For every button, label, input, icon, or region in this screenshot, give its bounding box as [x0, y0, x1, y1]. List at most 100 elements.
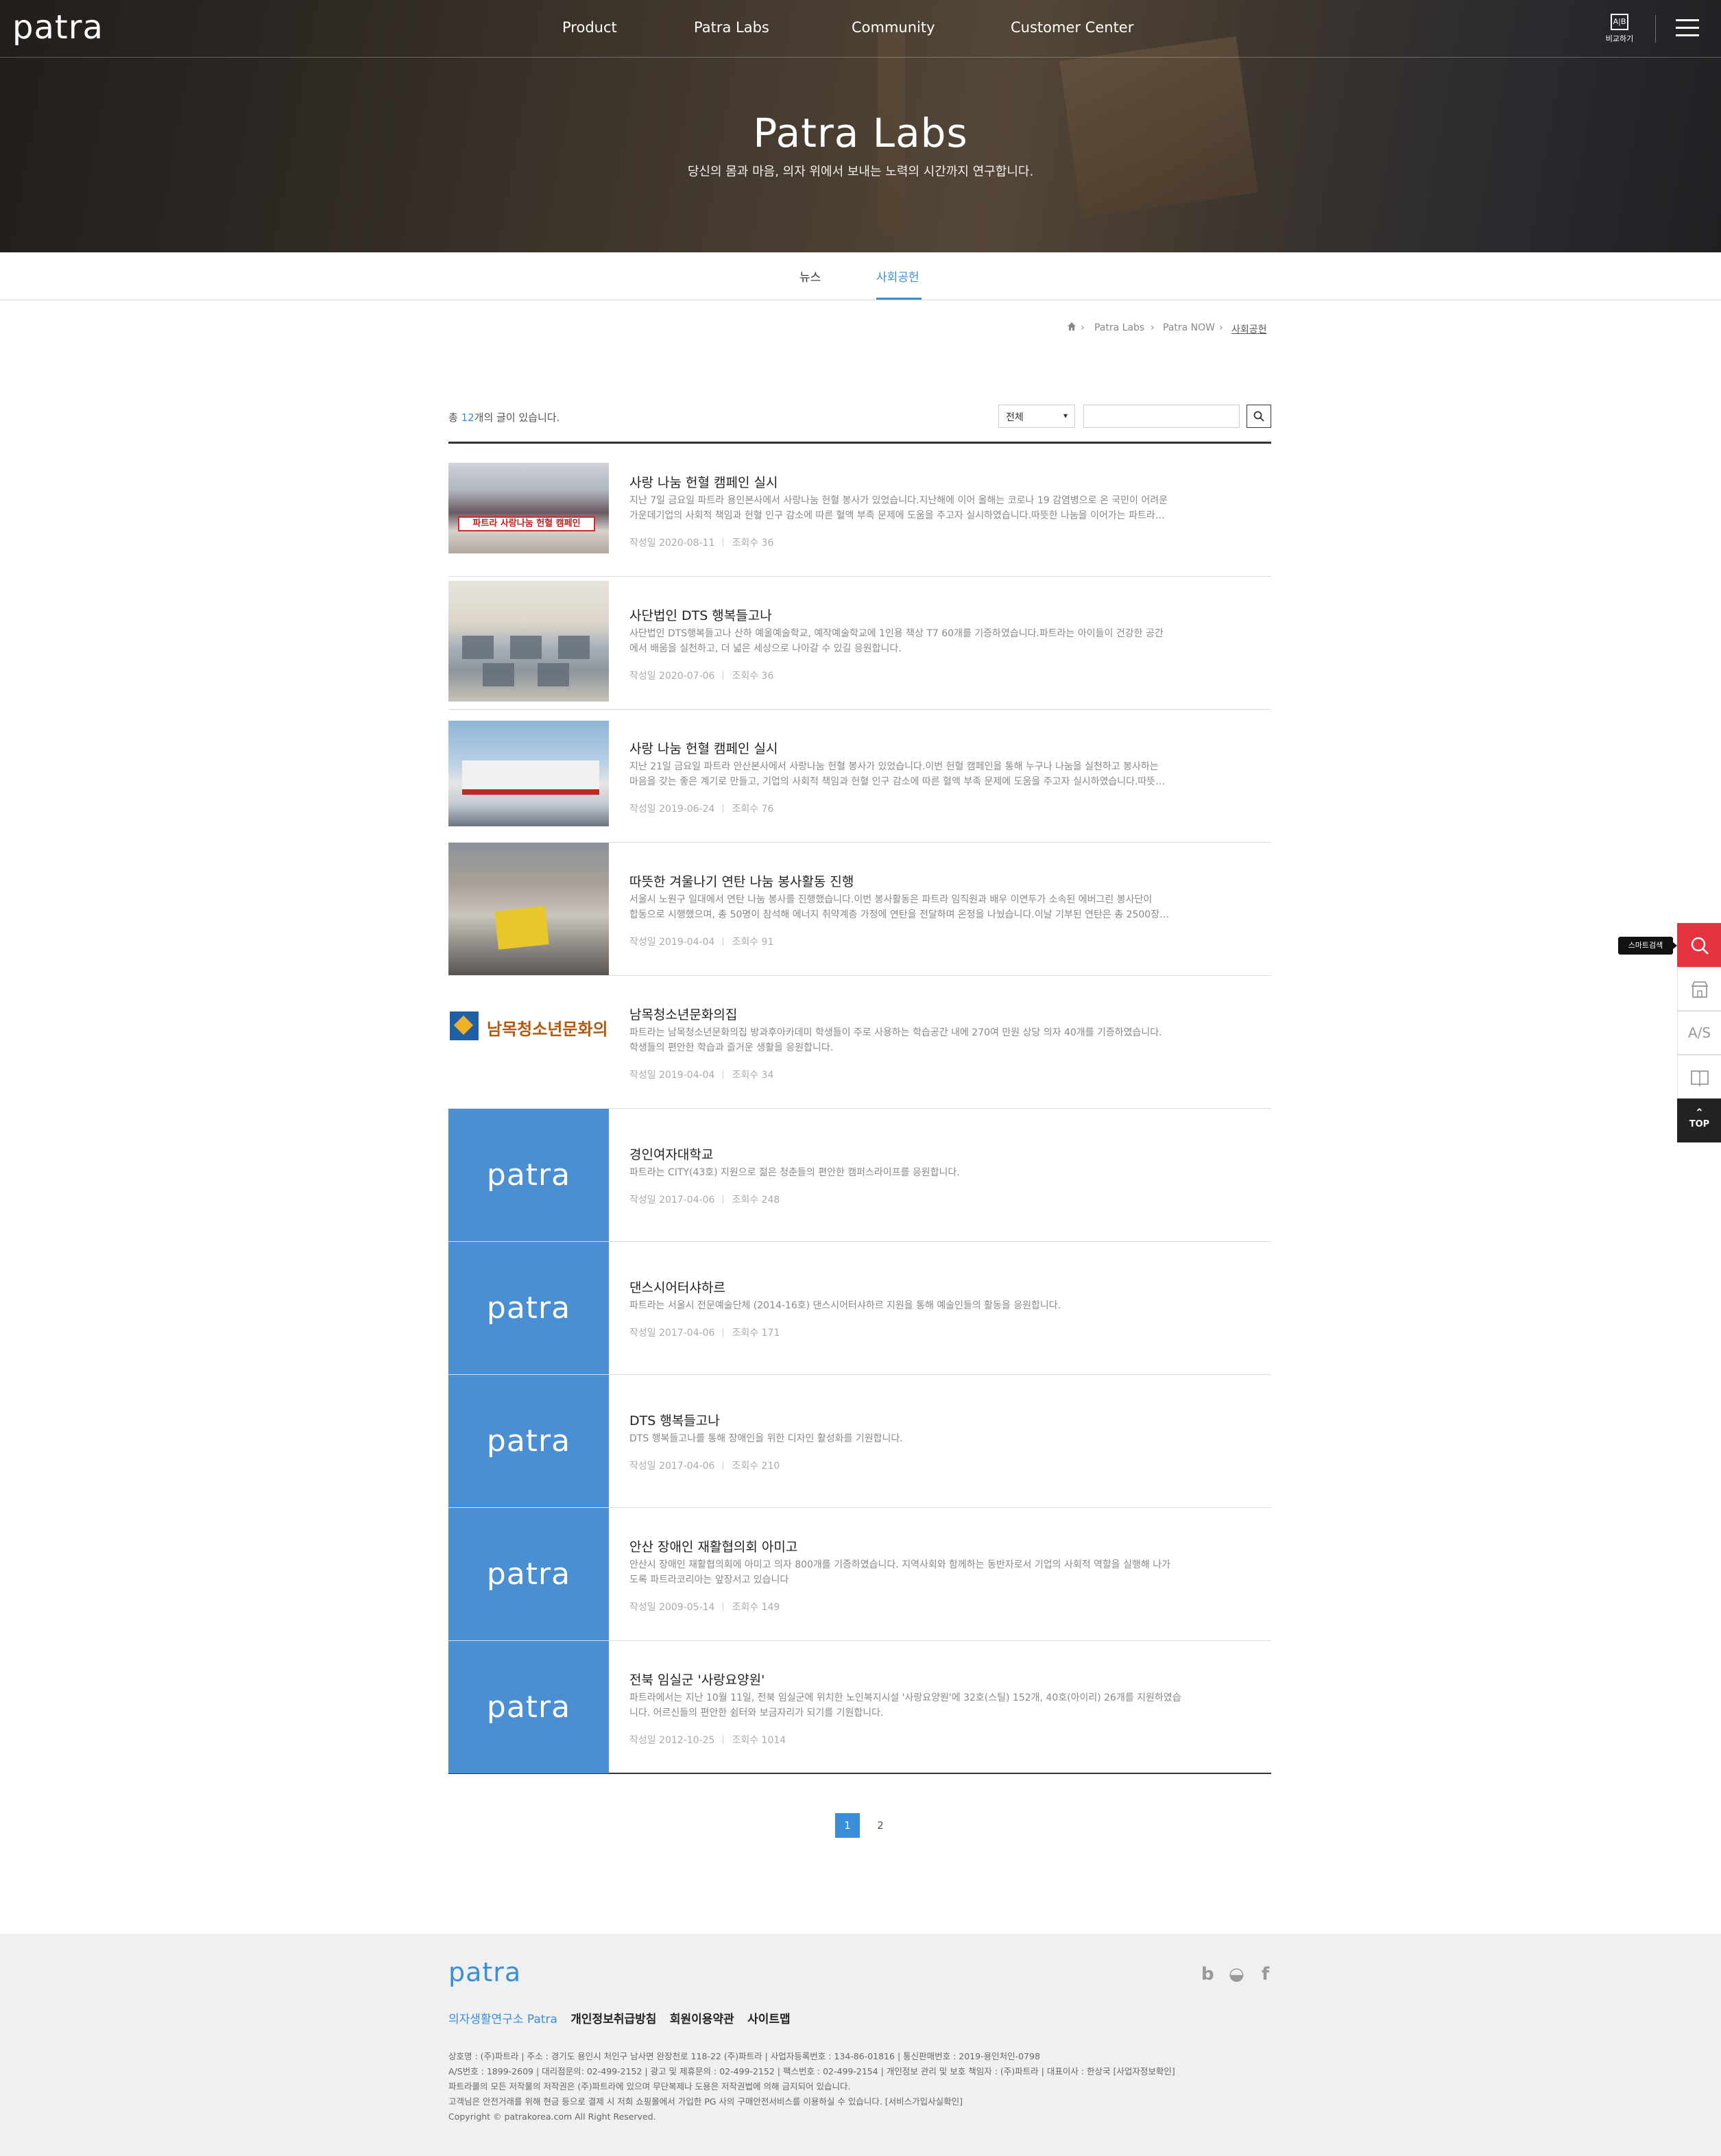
- list-item[interactable]: patra 경인여자대학교 파트라는 CITY(43호) 지원으로 젊은 청춘들…: [448, 1109, 1271, 1242]
- post-count-number: 12: [461, 411, 474, 424]
- post-title[interactable]: 댄스시어터샤하르: [629, 1278, 725, 1296]
- post-description-line: 파트라에서는 지난 10월 11일, 전북 임실군에 위치한 노인복지시설 '사…: [629, 1692, 1181, 1703]
- post-title[interactable]: 따뜻한 겨울나기 연탄 나눔 봉사활동 진행: [629, 872, 854, 890]
- search-filter-select[interactable]: 전체 ▾: [998, 405, 1075, 428]
- sub-tabs: 뉴스 사회공헌: [0, 252, 1721, 300]
- compare-button[interactable]: A|B 비교하기: [1604, 14, 1635, 45]
- list-item[interactable]: 파트라 사랑나눔 헌혈 캠페인 사랑 나눔 헌혈 캠페인 실시 지난 7일 금요…: [448, 444, 1271, 577]
- post-photo: 파트라 사랑나눔 헌혈 캠페인: [448, 463, 609, 553]
- facebook-icon[interactable]: f: [1262, 1964, 1269, 1985]
- post-date: 작성일 2020-07-06: [629, 671, 715, 682]
- post-description-line: 합동으로 시행했으며, 총 50명이 참석해 에너지 취약계층 가정에 연탄을 …: [629, 909, 1170, 920]
- post-title[interactable]: DTS 행복들고나: [629, 1411, 720, 1429]
- post-thumbnail[interactable]: [448, 721, 609, 826]
- post-description-line: 파트라는 남목청소년문화의집 방과후아카데미 학생들이 주로 사용하는 학습공간…: [629, 1027, 1162, 1038]
- smart-search-button[interactable]: [1677, 923, 1721, 967]
- active-tab-indicator: [876, 298, 922, 300]
- compare-label: 비교하기: [1605, 34, 1634, 43]
- post-date: 작성일 2019-06-24: [629, 804, 715, 815]
- post-thumbnail[interactable]: patra: [448, 1109, 609, 1241]
- nav-patra-labs[interactable]: Patra Labs: [694, 19, 769, 36]
- list-item[interactable]: patra 댄스시어터샤하르 파트라는 서울시 전문예술단체 (2014-16호…: [448, 1242, 1271, 1375]
- post-description-line: 마음을 갖는 좋은 계기로 만들고, 기업의 사회적 책임과 헌혈 인구 감소에…: [629, 776, 1166, 787]
- tab-social-contribution[interactable]: 사회공헌: [876, 267, 919, 285]
- post-count-prefix: 총: [448, 411, 461, 424]
- chevron-right-icon: ›: [1081, 322, 1085, 333]
- post-description: 파트라에서는 지난 10월 11일, 전북 임실군에 위치한 노인복지시설 '사…: [629, 1690, 1219, 1721]
- breadcrumb-patra-labs[interactable]: Patra Labs: [1094, 322, 1144, 333]
- post-meta: 작성일 2017-04-06 조회수 248: [629, 1193, 780, 1206]
- as-button[interactable]: A/S: [1677, 1011, 1721, 1055]
- footer-link-privacy[interactable]: 개인정보취급방침: [570, 2013, 656, 2026]
- post-count: 총 12개의 글이 있습니다.: [448, 410, 559, 424]
- post-title[interactable]: 전북 임실군 '사랑요양원': [629, 1670, 765, 1688]
- post-views: 조회수 171: [732, 1328, 780, 1339]
- hamburger-icon[interactable]: [1676, 19, 1699, 37]
- page-1-button[interactable]: 1: [835, 1813, 860, 1838]
- nav-community[interactable]: Community: [852, 19, 935, 36]
- post-date: 작성일 2017-04-06: [629, 1461, 715, 1472]
- search-filter-value: 전체: [1006, 412, 1024, 423]
- list-item[interactable]: patra 안산 장애인 재활협의회 아미고 안산시 장애인 재활협의회에 아미…: [448, 1508, 1271, 1641]
- post-title[interactable]: 사랑 나눔 헌혈 캠페인 실시: [629, 472, 778, 491]
- breadcrumb-patra-now[interactable]: Patra NOW: [1163, 322, 1215, 333]
- store-button[interactable]: [1677, 967, 1721, 1011]
- post-thumbnail[interactable]: [448, 581, 609, 702]
- post-thumbnail[interactable]: patra: [448, 1242, 609, 1374]
- catalog-button[interactable]: [1677, 1055, 1721, 1099]
- post-title[interactable]: 사랑 나눔 헌혈 캠페인 실시: [629, 739, 778, 757]
- footer-logo[interactable]: patra: [448, 1957, 521, 1987]
- nav-product[interactable]: Product: [562, 19, 617, 36]
- as-label: A/S: [1687, 1025, 1711, 1041]
- post-title[interactable]: 경인여자대학교: [629, 1145, 713, 1163]
- list-item[interactable]: patra 전북 임실군 '사랑요양원' 파트라에서는 지난 10월 11일, …: [448, 1641, 1271, 1774]
- footer-link-about[interactable]: 의자생활연구소 Patra: [448, 2013, 557, 2026]
- home-icon[interactable]: [1067, 322, 1076, 334]
- post-description: 서울시 노원구 일대에서 연탄 나눔 봉사를 진행했습니다.이번 봉사활동은 파…: [629, 892, 1219, 922]
- chevron-up-icon: ⌃: [1694, 1106, 1705, 1119]
- pagination: 1 2: [0, 1813, 1721, 1838]
- patra-logo-thumbnail: patra: [486, 1690, 571, 1725]
- blog-icon[interactable]: b: [1201, 1964, 1214, 1985]
- page-2-button[interactable]: 2: [868, 1813, 893, 1838]
- post-date: 작성일 2012-10-25: [629, 1735, 715, 1746]
- list-item[interactable]: 사단법인 DTS 행복들고나 사단법인 DTS행복들고나 산하 예울예술학교, …: [448, 577, 1271, 710]
- scroll-top-button[interactable]: ⌃ TOP: [1677, 1099, 1721, 1142]
- search-input[interactable]: [1083, 405, 1240, 428]
- company-info: 상호명 : (주)파트라 | 주소 : 경기도 용인시 처인구 남사면 완장천로…: [448, 2049, 1271, 2124]
- post-date: 작성일 2017-04-06: [629, 1195, 715, 1206]
- post-meta: 작성일 2012-10-25 조회수 1014: [629, 1733, 786, 1747]
- post-thumbnail[interactable]: patra: [448, 1375, 609, 1507]
- post-thumbnail[interactable]: patra: [448, 1641, 609, 1773]
- list-item[interactable]: 따뜻한 겨울나기 연탄 나눔 봉사활동 진행 서울시 노원구 일대에서 연탄 나…: [448, 843, 1271, 976]
- footer-link-sitemap[interactable]: 사이트맵: [747, 2013, 791, 2026]
- nav-customer-center[interactable]: Customer Center: [1011, 19, 1133, 36]
- post-description: 지난 21일 금요일 파트라 안산본사에서 사랑나눔 헌혈 봉사가 있었습니다.…: [629, 759, 1219, 789]
- post-thumbnail[interactable]: [448, 843, 609, 975]
- kakao-story-icon[interactable]: ◒: [1229, 1964, 1244, 1985]
- footer: patra b ◒ f 의자생활연구소 Patra 개인정보취급방침 회원이용약…: [0, 1934, 1721, 2156]
- breadcrumb-current[interactable]: 사회공헌: [1231, 322, 1267, 336]
- post-views: 조회수 149: [732, 1602, 780, 1613]
- post-title[interactable]: 사단법인 DTS 행복들고나: [629, 606, 772, 624]
- post-views: 조회수 210: [732, 1461, 780, 1472]
- main-menu: Product Patra Labs Community Customer Ce…: [0, 19, 1721, 40]
- search-button[interactable]: [1247, 405, 1271, 428]
- post-thumbnail[interactable]: 남목청소년문화의집: [448, 976, 609, 1108]
- post-count-suffix: 개의 글이 있습니다.: [474, 411, 560, 424]
- list-item[interactable]: patra DTS 행복들고나 DTS 행복들고나를 통해 장애인을 위한 디자…: [448, 1375, 1271, 1508]
- footer-link-terms[interactable]: 회원이용약관: [670, 2013, 734, 2026]
- post-thumbnail[interactable]: patra: [448, 1508, 609, 1640]
- post-title[interactable]: 남목청소년문화의집: [629, 1005, 737, 1023]
- post-description: 지난 7일 금요일 파트라 용인본사에서 사랑나눔 헌혈 봉사가 있었습니다.지…: [629, 493, 1219, 523]
- post-title[interactable]: 안산 장애인 재활협의회 아미고: [629, 1537, 797, 1555]
- chevron-right-icon: ›: [1219, 322, 1223, 333]
- post-thumbnail[interactable]: 파트라 사랑나눔 헌혈 캠페인: [448, 463, 609, 553]
- list-item[interactable]: 남목청소년문화의집 남목청소년문화의집 파트라는 남목청소년문화의집 방과후아카…: [448, 976, 1271, 1109]
- post-meta: 작성일 2019-06-24 조회수 76: [629, 802, 773, 815]
- post-meta: 작성일 2020-08-11 조회수 36: [629, 536, 773, 549]
- company-info-line: 고객님은 안전거래를 위해 현금 등으로 결제 시 저희 쇼핑몰에서 가입한 P…: [448, 2096, 963, 2107]
- post-views: 조회수 76: [732, 804, 774, 815]
- tab-news[interactable]: 뉴스: [799, 267, 821, 285]
- list-item[interactable]: 사랑 나눔 헌혈 캠페인 실시 지난 21일 금요일 파트라 안산본사에서 사랑…: [448, 710, 1271, 843]
